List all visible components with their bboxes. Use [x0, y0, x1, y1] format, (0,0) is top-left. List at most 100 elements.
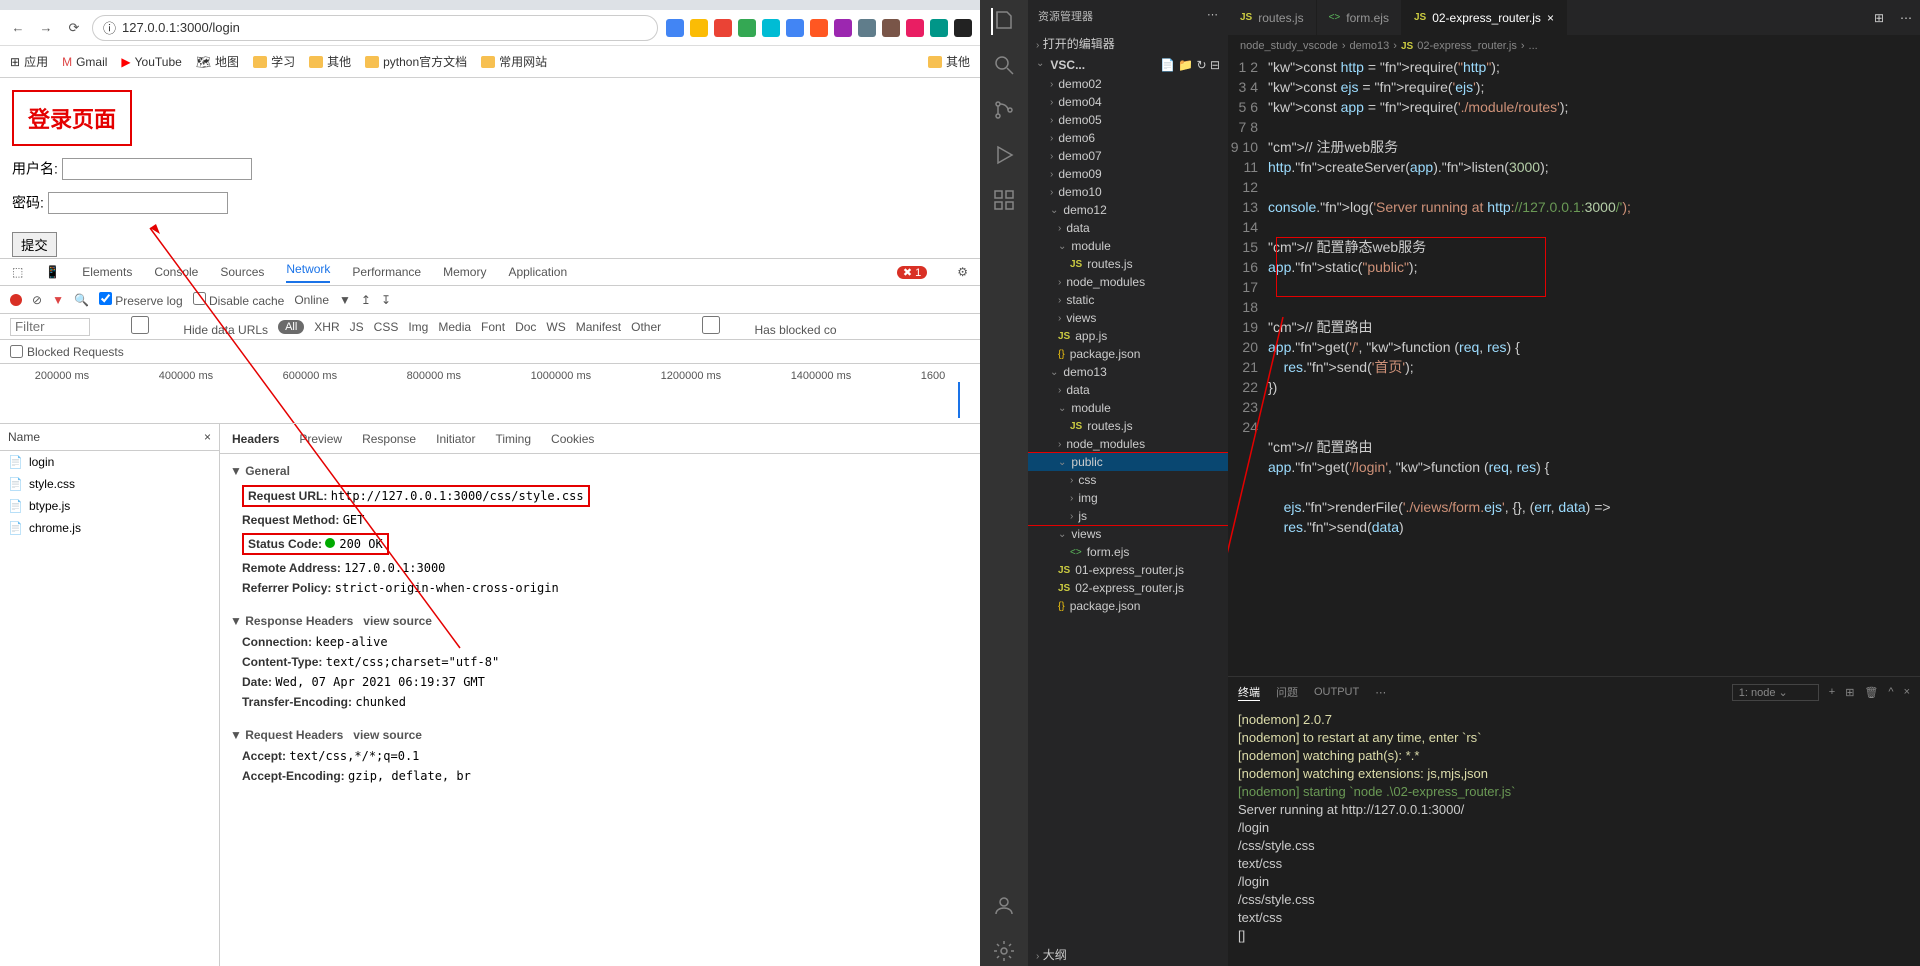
tab-cookies[interactable]: Cookies: [551, 432, 594, 446]
scm-icon[interactable]: [992, 98, 1016, 125]
workspace[interactable]: ⌄ VSC...📄 📁 ↻ ⊟: [1028, 55, 1228, 75]
username-input[interactable]: [62, 158, 252, 180]
close-icon[interactable]: ×: [1547, 11, 1554, 25]
close-icon[interactable]: ×: [1904, 686, 1910, 698]
more-icon[interactable]: ⋯: [1375, 686, 1386, 699]
breadcrumb[interactable]: node_study_vscode › demo13 › JS 02-expre…: [1228, 35, 1920, 57]
tree-folder[interactable]: › demo6: [1028, 129, 1228, 147]
terminal-output[interactable]: [nodemon] 2.0.7[nodemon] to restart at a…: [1228, 707, 1920, 966]
tab-preview[interactable]: Preview: [299, 432, 342, 446]
request-row[interactable]: 📄 style.css: [0, 473, 219, 495]
filter-type[interactable]: Manifest: [576, 320, 621, 334]
more-icon[interactable]: ⋯: [1207, 8, 1218, 24]
tab-network[interactable]: Network: [286, 262, 330, 283]
ext-icon[interactable]: [834, 19, 852, 37]
clear-icon[interactable]: ⊘: [32, 293, 42, 307]
filter-type[interactable]: XHR: [314, 320, 339, 334]
bookmark-youtube[interactable]: ▶ YouTube: [121, 55, 181, 69]
split-icon[interactable]: ⊞: [1866, 11, 1892, 25]
ext-icon[interactable]: [666, 19, 684, 37]
code-editor[interactable]: 1 2 3 4 5 6 7 8 9 10 11 12 13 14 15 16 1…: [1228, 57, 1920, 676]
tree-file[interactable]: JS 01-express_router.js: [1028, 561, 1228, 579]
ext-icon[interactable]: [930, 19, 948, 37]
bookmark-study[interactable]: 学习: [253, 53, 295, 70]
editor-tab[interactable]: JS routes.js: [1228, 0, 1317, 35]
ext-icon[interactable]: [810, 19, 828, 37]
new-terminal-icon[interactable]: +: [1829, 686, 1835, 698]
ext-icon[interactable]: [906, 19, 924, 37]
filter-type[interactable]: WS: [546, 320, 565, 334]
tree-folder[interactable]: › demo05: [1028, 111, 1228, 129]
settings-icon[interactable]: [992, 939, 1016, 966]
url-field[interactable]: ⓘ 127.0.0.1:3000/login: [92, 15, 658, 41]
tree-folder[interactable]: › node_modules: [1028, 273, 1228, 291]
tree-folder[interactable]: ⌄ demo13: [1028, 363, 1228, 381]
tab-application[interactable]: Application: [508, 265, 567, 279]
tab-performance[interactable]: Performance: [352, 265, 421, 279]
blocked-requests[interactable]: Blocked Requests: [0, 340, 980, 364]
tree-file[interactable]: JS routes.js: [1028, 255, 1228, 273]
terminal-select[interactable]: 1: node ⌄: [1732, 684, 1819, 701]
tab-initiator[interactable]: Initiator: [436, 432, 475, 446]
tree-folder[interactable]: › data: [1028, 381, 1228, 399]
tab-output[interactable]: OUTPUT: [1314, 686, 1359, 698]
bookmark-other[interactable]: 其他: [309, 53, 351, 70]
close-icon[interactable]: ×: [204, 430, 211, 444]
ext-icon[interactable]: [858, 19, 876, 37]
inspect-icon[interactable]: ⬚: [12, 265, 23, 279]
tree-folder[interactable]: ⌄ module: [1028, 399, 1228, 417]
tree-folder[interactable]: ⌄ views: [1028, 525, 1228, 543]
tree-folder[interactable]: ⌄ module: [1028, 237, 1228, 255]
tree-folder[interactable]: › demo10: [1028, 183, 1228, 201]
tab-sources[interactable]: Sources: [220, 265, 264, 279]
blocked-cookies[interactable]: Has blocked co: [671, 316, 836, 337]
filter-type[interactable]: Other: [631, 320, 661, 334]
tree-file[interactable]: JS app.js: [1028, 327, 1228, 345]
request-row[interactable]: 📄 chrome.js: [0, 517, 219, 539]
disable-cache[interactable]: Disable cache: [193, 292, 285, 308]
account-icon[interactable]: [992, 894, 1016, 921]
bookmark-gmail[interactable]: M Gmail: [62, 55, 107, 69]
filter-type[interactable]: Font: [481, 320, 505, 334]
ext-icon[interactable]: [714, 19, 732, 37]
tree-folder[interactable]: › js: [1028, 507, 1228, 525]
tree-file[interactable]: JS routes.js: [1028, 417, 1228, 435]
tree-folder-public[interactable]: ⌄ public: [1028, 453, 1228, 471]
tree-folder[interactable]: › data: [1028, 219, 1228, 237]
request-headers-section[interactable]: ▼ Request Headers view source: [230, 724, 970, 746]
trash-icon[interactable]: 🗑: [1864, 686, 1878, 699]
bookmark-other2[interactable]: 其他: [928, 53, 970, 70]
tree-file[interactable]: {} package.json: [1028, 345, 1228, 363]
preserve-log[interactable]: Preserve log: [99, 292, 183, 308]
tab-terminal[interactable]: 终端: [1238, 684, 1260, 701]
tree-folder[interactable]: › demo09: [1028, 165, 1228, 183]
tab-headers[interactable]: Headers: [232, 432, 279, 446]
ext-icon[interactable]: [762, 19, 780, 37]
name-header[interactable]: Name: [8, 430, 40, 444]
apps-button[interactable]: ⊞ 应用: [10, 53, 48, 70]
request-row[interactable]: 📄 login: [0, 451, 219, 473]
open-editors[interactable]: › 打开的编辑器: [1028, 32, 1228, 55]
bookmark-sites[interactable]: 常用网站: [481, 53, 547, 70]
tab-memory[interactable]: Memory: [443, 265, 486, 279]
tree-folder[interactable]: › demo02: [1028, 75, 1228, 93]
editor-tab-active[interactable]: JS 02-express_router.js ×: [1402, 0, 1567, 35]
filter-type[interactable]: Img: [408, 320, 428, 334]
general-section[interactable]: ▼ General: [230, 460, 970, 482]
tree-folder[interactable]: › css: [1028, 471, 1228, 489]
search-icon[interactable]: 🔍: [74, 293, 89, 307]
tab-response[interactable]: Response: [362, 432, 416, 446]
tree-file[interactable]: <> form.ejs: [1028, 543, 1228, 561]
ext-icon[interactable]: [954, 19, 972, 37]
filter-input[interactable]: [10, 318, 90, 336]
outline[interactable]: › 大纲: [1028, 943, 1228, 966]
request-row[interactable]: 📄 btype.js: [0, 495, 219, 517]
error-badge[interactable]: ✖ 1: [897, 266, 927, 279]
back-button[interactable]: ←: [8, 18, 28, 38]
submit-button[interactable]: 提交: [12, 232, 57, 257]
editor-tab[interactable]: <> form.ejs: [1317, 0, 1402, 35]
timeline[interactable]: 200000 ms 400000 ms 600000 ms 800000 ms …: [0, 364, 980, 424]
tree-file[interactable]: JS 02-express_router.js: [1028, 579, 1228, 597]
filter-type[interactable]: Media: [438, 320, 471, 334]
device-icon[interactable]: 📱: [45, 265, 60, 279]
